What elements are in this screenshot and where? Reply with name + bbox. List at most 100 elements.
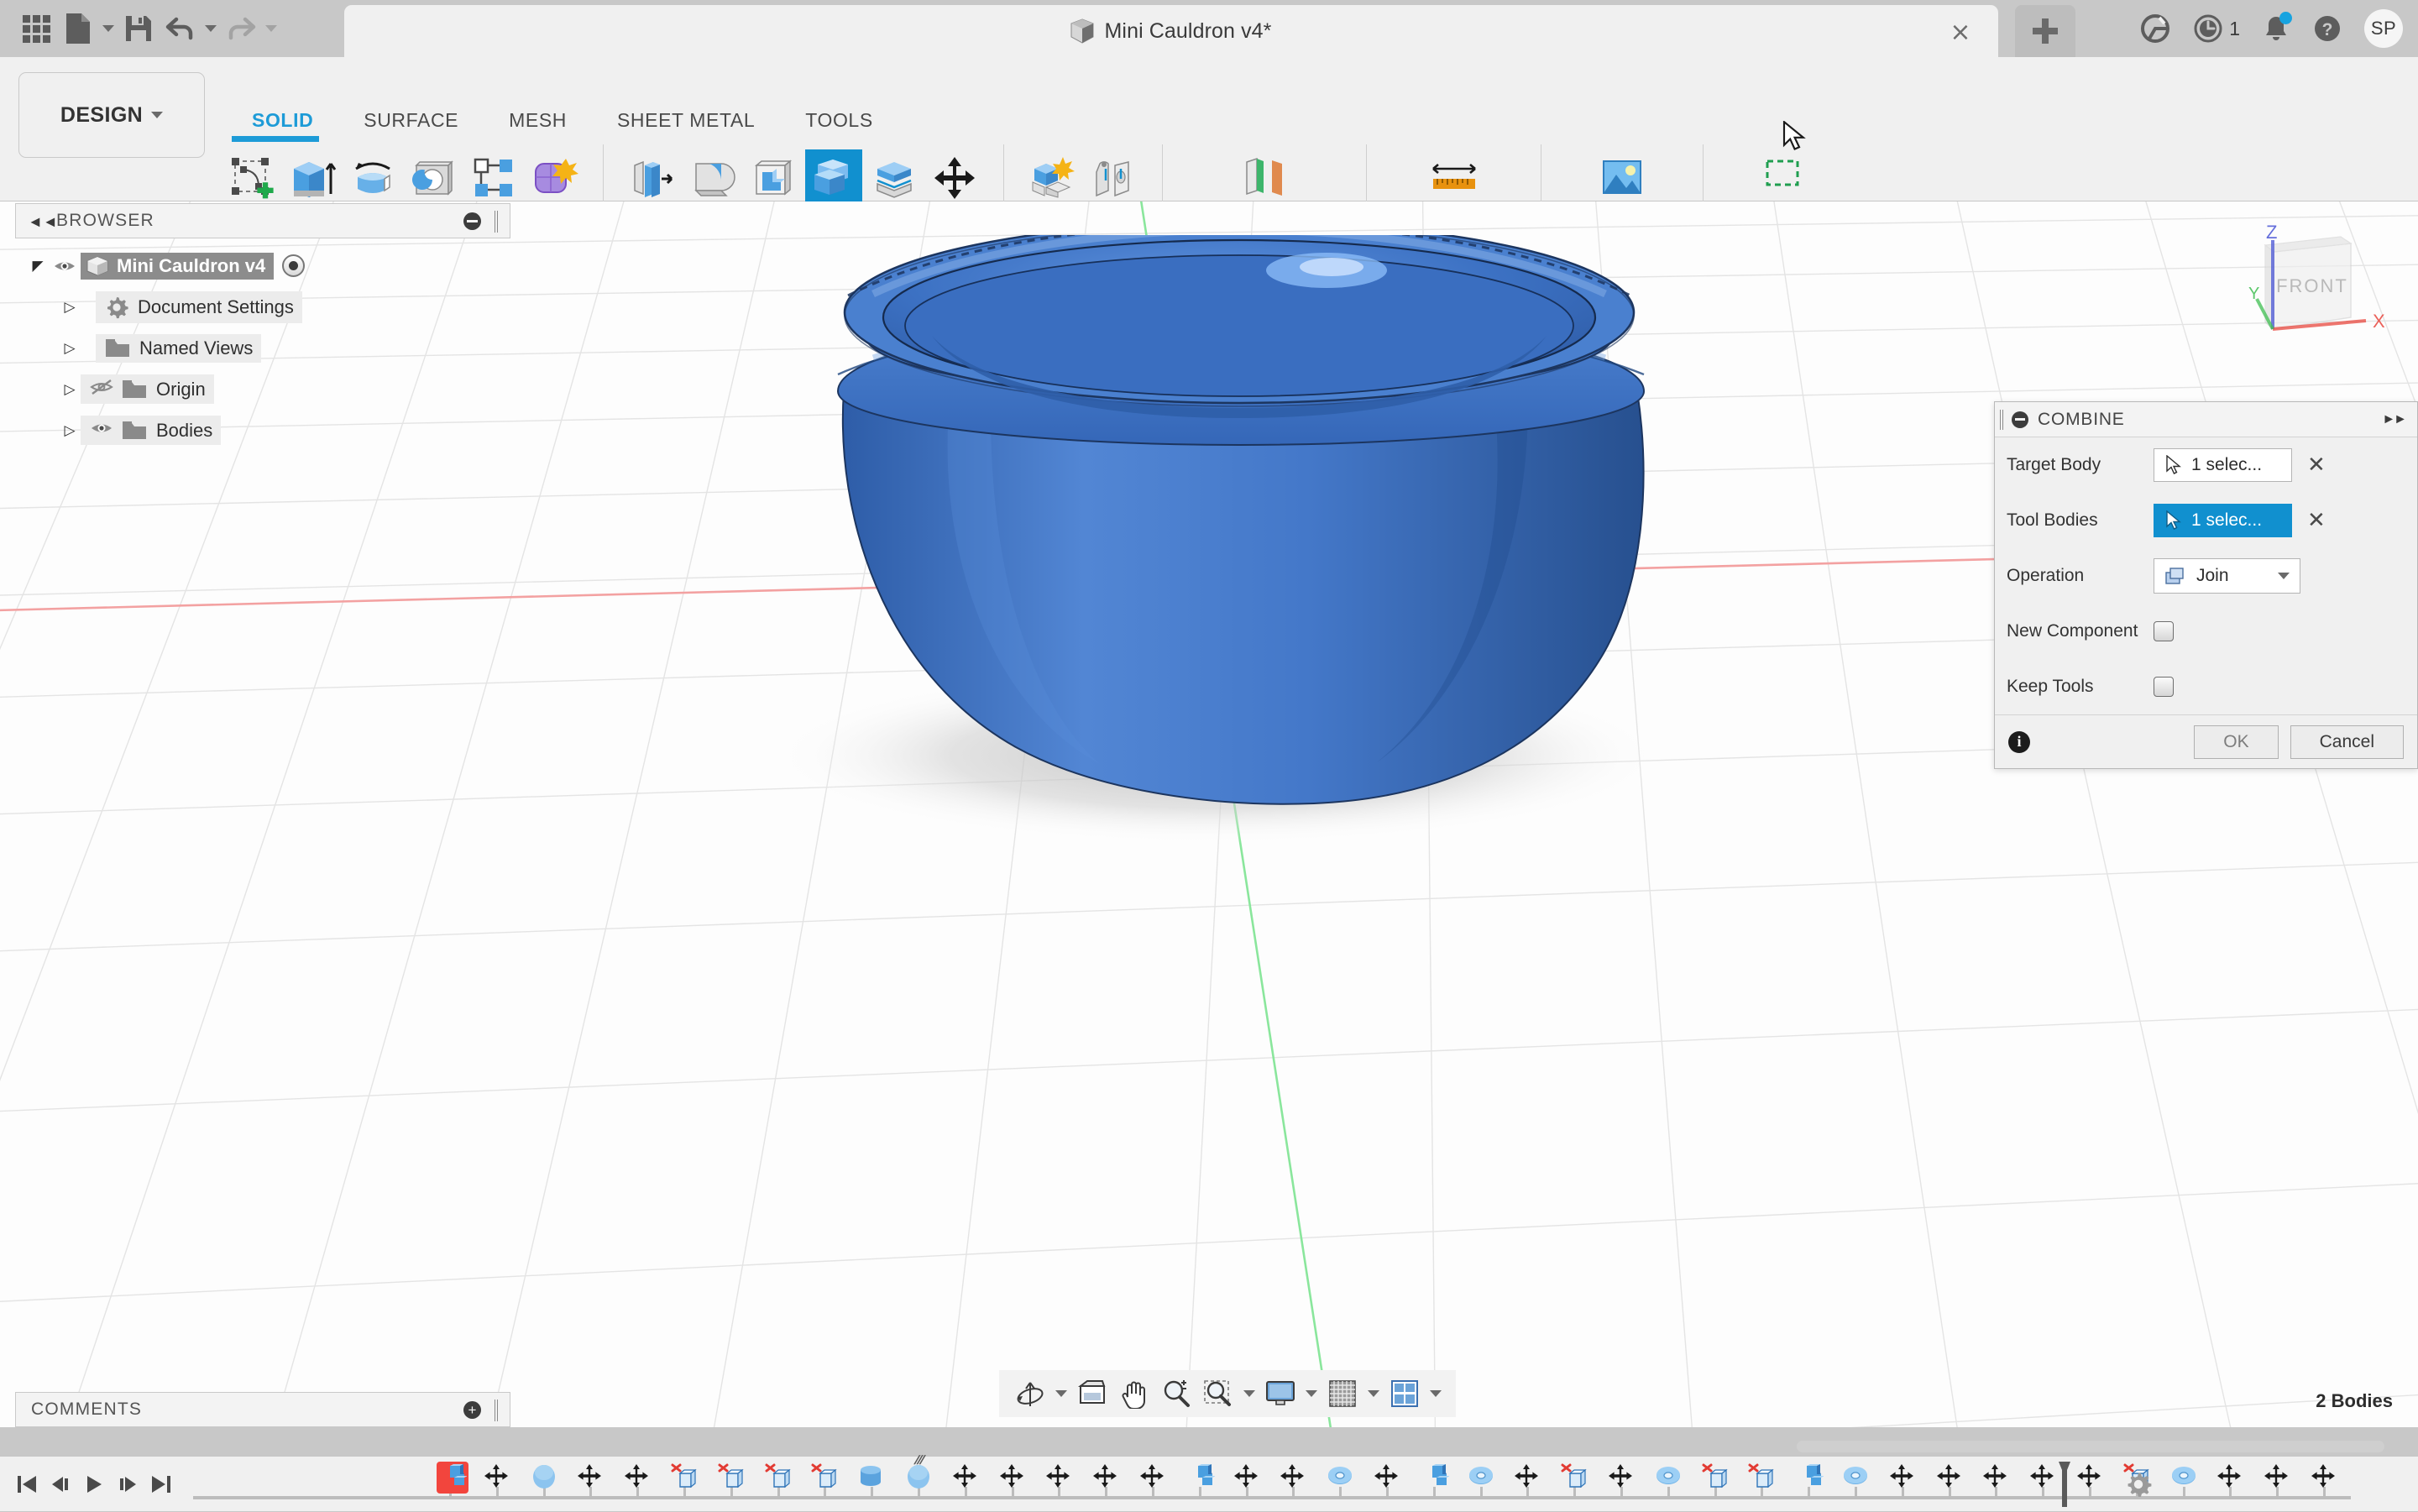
timeline-feature-move[interactable] <box>484 1463 512 1492</box>
grid-snaps-button[interactable] <box>1323 1374 1362 1413</box>
timeline-feature-move[interactable] <box>2029 1463 2058 1492</box>
timeline-feature-move[interactable] <box>1233 1463 1262 1492</box>
orbit-dropdown-icon[interactable] <box>1053 1374 1070 1413</box>
timeline-feature-move[interactable] <box>1280 1463 1308 1492</box>
expand-arrow-icon[interactable]: ◤ <box>27 258 49 275</box>
form-button[interactable] <box>526 148 583 208</box>
grid-snaps-dropdown-icon[interactable] <box>1365 1374 1382 1413</box>
timeline-feature-move[interactable] <box>2311 1463 2339 1492</box>
activate-component-radio[interactable] <box>282 254 305 277</box>
zoom-window-dropdown-icon[interactable] <box>1241 1374 1258 1413</box>
extrude-button[interactable] <box>284 148 341 208</box>
timeline-feature-move[interactable] <box>577 1463 605 1492</box>
expand-arrow-icon[interactable]: ▷ <box>59 340 81 357</box>
timeline-feature-move[interactable] <box>1092 1463 1121 1492</box>
target-body-selection[interactable]: 1 selec... <box>2154 448 2292 482</box>
zoom-window-button[interactable] <box>1199 1374 1238 1413</box>
timeline-feature-revolve[interactable] <box>531 1463 559 1492</box>
new-tab-button[interactable] <box>2015 5 2075 57</box>
redo-icon[interactable] <box>220 6 262 51</box>
tab-tools[interactable]: TOOLS <box>780 109 898 132</box>
timeline-feature-combine[interactable] <box>1186 1463 1215 1492</box>
tab-solid[interactable]: SOLID <box>227 109 338 132</box>
timeline-feature-revolve[interactable]: /// <box>905 1463 934 1492</box>
expand-icon[interactable]: ►► <box>2382 412 2405 427</box>
timeline-feature-delete-body[interactable] <box>811 1463 840 1492</box>
timeline-feature-delete-body[interactable] <box>1702 1463 1730 1492</box>
timeline-horizontal-scrollbar[interactable] <box>1797 1441 2384 1452</box>
info-icon[interactable]: i <box>2008 731 2030 753</box>
zoom-button[interactable] <box>1157 1374 1196 1413</box>
timeline-feature-move[interactable] <box>1139 1463 1168 1492</box>
offset-face-button[interactable] <box>866 148 923 208</box>
go-to-end-button[interactable] <box>146 1468 176 1501</box>
apps-grid-icon[interactable] <box>15 6 57 51</box>
timeline-feature-move[interactable] <box>1045 1463 1074 1492</box>
viewports-button[interactable] <box>1385 1374 1424 1413</box>
timeline-settings-gear-icon[interactable] <box>2124 1470 2153 1499</box>
timeline-feature-move[interactable] <box>1374 1463 1402 1492</box>
expand-arrow-icon[interactable]: ▷ <box>59 422 81 439</box>
new-component-checkbox[interactable] <box>2154 621 2174 641</box>
timeline-feature-delete-body[interactable] <box>671 1463 699 1492</box>
collapse-browser-icon[interactable]: ◄◄ <box>28 213 58 231</box>
press-pull-button[interactable] <box>624 148 681 208</box>
close-tab-icon[interactable]: × <box>1948 20 1973 45</box>
keep-tools-checkbox[interactable] <box>2154 677 2174 697</box>
comments-resize-grip[interactable] <box>495 1400 498 1421</box>
timeline-feature-delete-body[interactable] <box>765 1463 793 1492</box>
ok-button[interactable]: OK <box>2194 725 2278 759</box>
viewports-dropdown-icon[interactable] <box>1427 1374 1444 1413</box>
expand-arrow-icon[interactable]: ▷ <box>59 299 81 316</box>
timeline-feature-move[interactable] <box>2076 1463 2105 1492</box>
workspace-switcher-button[interactable]: DESIGN <box>18 72 205 158</box>
pan-button[interactable] <box>1115 1374 1154 1413</box>
pattern-button[interactable] <box>465 148 522 208</box>
tab-surface[interactable]: SURFACE <box>338 109 484 132</box>
timeline-feature-move[interactable] <box>1889 1463 1918 1492</box>
combine-dialog-header[interactable]: COMBINE ►► <box>1995 402 2417 437</box>
joint-button[interactable] <box>1085 148 1142 208</box>
combine-button[interactable] <box>805 148 862 208</box>
tab-sheet-metal[interactable]: SHEET METAL <box>592 109 780 132</box>
new-document-icon[interactable] <box>57 6 99 51</box>
timeline-feature-move[interactable] <box>1514 1463 1542 1492</box>
tree-item-mini-cauldron[interactable]: ◤ Mini Cauldron v4 <box>15 245 485 286</box>
select-button[interactable] <box>1751 148 1818 208</box>
timeline-feature-combine[interactable] <box>1421 1463 1449 1492</box>
timeline-feature-combine[interactable] <box>1795 1463 1824 1492</box>
timeline-feature-delete-body[interactable] <box>718 1463 746 1492</box>
save-icon[interactable] <box>118 6 160 51</box>
bell-icon[interactable] <box>2262 13 2290 44</box>
view-cube[interactable]: FRONT Z X Y <box>2225 218 2393 369</box>
timeline-feature-torus[interactable] <box>2170 1463 2199 1492</box>
tree-item-origin[interactable]: ▷ Origin <box>15 369 485 410</box>
tree-item-named-views[interactable]: ▷ Named Views <box>15 327 485 369</box>
insert-image-button[interactable] <box>1588 148 1656 208</box>
timeline-feature-move[interactable] <box>1982 1463 2011 1492</box>
timeline-feature-cylinder[interactable] <box>858 1463 887 1492</box>
timeline-feature-move[interactable] <box>2216 1463 2245 1492</box>
revolve-button[interactable] <box>344 148 401 208</box>
expand-arrow-icon[interactable]: ▷ <box>59 381 81 398</box>
clear-tool-bodies-icon[interactable]: ✕ <box>2307 508 2326 533</box>
timeline-feature-torus[interactable] <box>1327 1463 1355 1492</box>
browser-minimize-icon[interactable] <box>463 212 481 230</box>
mini-cauldron-body[interactable] <box>739 235 1696 873</box>
avatar[interactable]: SP <box>2364 9 2403 48</box>
timeline-feature-delete-body[interactable] <box>1748 1463 1777 1492</box>
tree-item-document-settings[interactable]: ▷ Document Settings <box>15 286 485 327</box>
undo-icon[interactable] <box>160 6 202 51</box>
go-to-beginning-button[interactable] <box>12 1468 42 1501</box>
visibility-eye-icon[interactable] <box>89 419 114 442</box>
operation-select[interactable]: Join <box>2154 558 2300 594</box>
document-tab[interactable]: Mini Cauldron v4* × <box>344 5 1998 57</box>
timeline-feature-move[interactable] <box>1936 1463 1965 1492</box>
display-settings-button[interactable] <box>1261 1374 1300 1413</box>
timeline-feature-move[interactable] <box>999 1463 1028 1492</box>
step-forward-button[interactable] <box>113 1468 143 1501</box>
clear-target-body-icon[interactable]: ✕ <box>2307 453 2326 478</box>
dialog-drag-grip[interactable] <box>2000 410 2003 430</box>
browser-resize-grip[interactable] <box>495 211 498 233</box>
timeline-feature-delete-body[interactable] <box>1561 1463 1589 1492</box>
